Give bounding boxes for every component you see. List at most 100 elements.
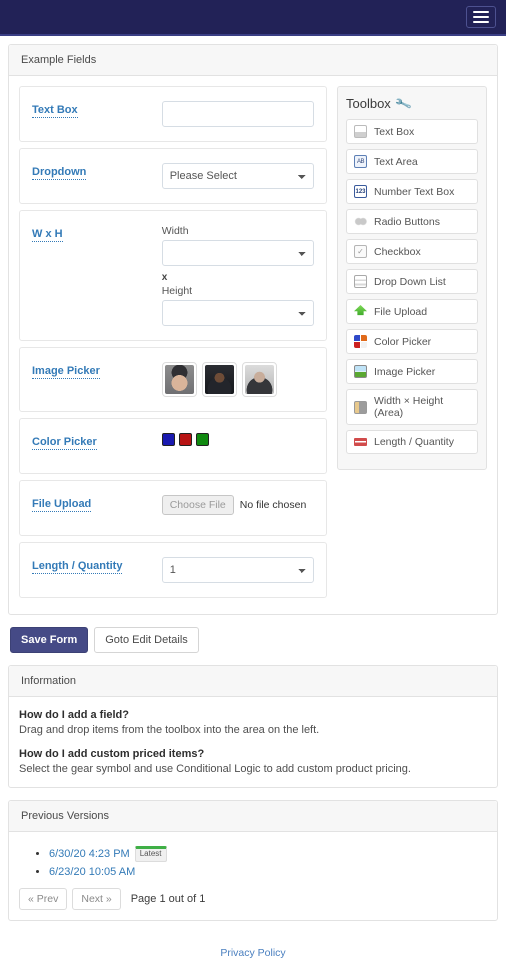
- field-input-col: 1: [161, 557, 314, 583]
- image-option-1[interactable]: [161, 362, 197, 397]
- color-swatch-blue[interactable]: [161, 433, 175, 446]
- drop-down-list-icon: [354, 275, 367, 288]
- save-form-button[interactable]: Save Form: [10, 627, 89, 653]
- panel-title: Example Fields: [9, 45, 497, 76]
- toolbox-column: Toolbox 🔧 Text Box AB Text Area 123 Numb…: [337, 86, 487, 470]
- area-icon: [354, 400, 367, 414]
- height-sub-label: Height: [161, 285, 193, 297]
- toolbox-item-label: File Upload: [374, 305, 428, 318]
- status-badge: Latest: [134, 846, 167, 862]
- toolbox-title: Toolbox 🔧: [346, 94, 478, 112]
- information-panel: Information How do I add a field? Drag a…: [8, 665, 498, 788]
- field-row-text-box[interactable]: Text Box: [19, 86, 327, 142]
- number-text-box-icon: 123: [354, 185, 367, 198]
- width-select[interactable]: [161, 240, 314, 266]
- toolbox-title-label: Toolbox: [346, 96, 391, 111]
- field-label-col: Length / Quantity: [32, 557, 162, 575]
- toolbox-item-checkbox[interactable]: ✓ Checkbox: [346, 239, 478, 264]
- field-label-width-height[interactable]: W x H: [32, 227, 63, 243]
- panel-title: Previous Versions: [9, 801, 497, 832]
- dimension-separator: x: [161, 272, 168, 283]
- file-upload-icon: [354, 305, 367, 316]
- field-row-dropdown[interactable]: Dropdown Please Select: [19, 148, 327, 204]
- text-box-input[interactable]: [161, 101, 314, 127]
- pagination: « Prev Next » Page 1 out of 1: [19, 887, 487, 910]
- image-option-2[interactable]: [201, 362, 237, 397]
- privacy-policy-link[interactable]: Privacy Policy: [220, 947, 285, 959]
- field-row-length-quantity[interactable]: Length / Quantity 1: [19, 542, 327, 598]
- toolbox-item-label: Number Text Box: [374, 185, 455, 198]
- field-label-length-quantity[interactable]: Length / Quantity: [32, 559, 123, 575]
- field-label-file-upload[interactable]: File Upload: [32, 497, 92, 513]
- dropdown-select[interactable]: Please Select: [161, 163, 314, 189]
- field-label-col: Color Picker: [32, 433, 162, 451]
- info-question: How do I add a field?: [19, 709, 129, 721]
- field-label-dropdown[interactable]: Dropdown: [32, 165, 87, 181]
- info-answer: Drag and drop items from the toolbox int…: [19, 724, 320, 736]
- toolbox-item-length-quantity[interactable]: Length / Quantity: [346, 430, 478, 454]
- hamburger-bar: [473, 16, 489, 18]
- width-sub-label: Width: [161, 225, 189, 237]
- toolbox-item-file-upload[interactable]: File Upload: [346, 299, 478, 324]
- toolbox-item-radio-buttons[interactable]: Radio Buttons: [346, 209, 478, 234]
- toolbox-item-label: Text Box: [374, 125, 415, 138]
- goto-edit-details-button[interactable]: Goto Edit Details: [94, 627, 199, 653]
- info-question: How do I add custom priced items?: [19, 748, 205, 760]
- field-label-col: Image Picker: [32, 362, 162, 380]
- length-quantity-select[interactable]: 1: [161, 557, 314, 583]
- toolbox-item-label: Image Picker: [374, 365, 436, 378]
- choose-file-button[interactable]: Choose File: [161, 495, 234, 515]
- file-status-text: No file chosen: [239, 499, 307, 511]
- field-row-color-picker[interactable]: Color Picker: [19, 418, 327, 474]
- field-input-col: [161, 362, 314, 397]
- hamburger-menu-icon[interactable]: [466, 6, 496, 28]
- toolbox-panel: Toolbox 🔧 Text Box AB Text Area 123 Numb…: [337, 86, 487, 470]
- toolbox-item-color-picker[interactable]: Color Picker: [346, 329, 478, 354]
- field-input-col: [161, 433, 314, 446]
- toolbox-item-text-area[interactable]: AB Text Area: [346, 149, 478, 174]
- radio-buttons-icon: [354, 215, 367, 228]
- toolbox-item-image-picker[interactable]: Image Picker: [346, 359, 478, 384]
- hamburger-bar: [473, 11, 489, 13]
- toolbox-item-label: Text Area: [374, 155, 418, 168]
- prev-page-button[interactable]: « Prev: [19, 887, 68, 910]
- image-picker-icon: [354, 365, 367, 378]
- field-label-col: W x H: [32, 225, 162, 243]
- image-option-3[interactable]: [241, 362, 277, 397]
- toolbox-item-area[interactable]: Width × Height (Area): [346, 389, 478, 425]
- portrait-icon: [244, 365, 274, 394]
- page-container: Example Fields Text Box Dropdown Please …: [0, 36, 506, 979]
- text-box-icon: [354, 125, 367, 138]
- version-link[interactable]: 6/23/20 10:05 AM: [49, 866, 135, 878]
- toolbox-item-text-box[interactable]: Text Box: [346, 119, 478, 144]
- color-swatch-green[interactable]: [195, 433, 209, 446]
- field-row-width-height[interactable]: W x H Width x Height: [19, 210, 327, 341]
- form-fields-area[interactable]: Text Box Dropdown Please Select W x H Wi…: [19, 86, 327, 604]
- footer: Privacy Policy: [8, 933, 498, 979]
- toolbox-item-number-text-box[interactable]: 123 Number Text Box: [346, 179, 478, 204]
- toolbox-item-label: Color Picker: [374, 335, 432, 348]
- field-row-image-picker[interactable]: Image Picker: [19, 347, 327, 412]
- checkbox-icon: ✓: [354, 245, 367, 258]
- portrait-icon: [164, 365, 194, 394]
- field-label-col: Text Box: [32, 101, 162, 119]
- length-quantity-icon: [354, 438, 367, 446]
- field-label-color-picker[interactable]: Color Picker: [32, 435, 97, 451]
- color-swatch-red[interactable]: [178, 433, 192, 446]
- field-input-col: [161, 101, 314, 127]
- list-item: 6/23/20 10:05 AM: [49, 866, 487, 878]
- panel-title: Information: [9, 666, 497, 697]
- toolbox-item-label: Width × Height (Area): [374, 395, 444, 419]
- next-page-button[interactable]: Next »: [72, 887, 121, 910]
- height-select[interactable]: [161, 300, 314, 326]
- text-area-icon: AB: [354, 155, 367, 168]
- version-link[interactable]: 6/30/20 4:23 PM: [49, 848, 130, 860]
- version-list: 6/30/20 4:23 PM Latest 6/23/20 10:05 AM: [19, 846, 487, 878]
- field-label-col: File Upload: [32, 495, 162, 513]
- form-builder: Text Box Dropdown Please Select W x H Wi…: [19, 86, 487, 604]
- toolbox-item-drop-down-list[interactable]: Drop Down List: [346, 269, 478, 294]
- field-label-image-picker[interactable]: Image Picker: [32, 364, 100, 380]
- field-row-file-upload[interactable]: File Upload Choose File No file chosen: [19, 480, 327, 536]
- field-label-text-box[interactable]: Text Box: [32, 103, 78, 119]
- toolbox-item-label: Checkbox: [374, 245, 421, 258]
